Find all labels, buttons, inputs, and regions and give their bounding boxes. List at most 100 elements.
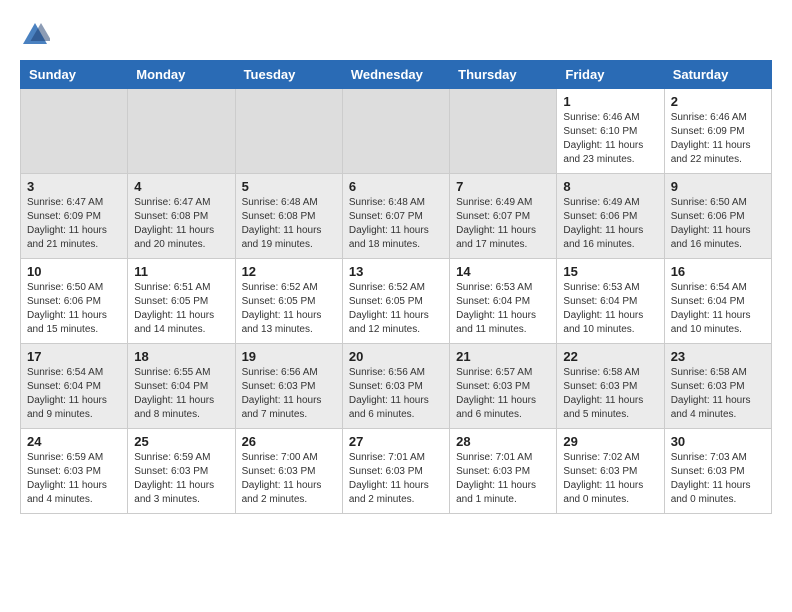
calendar-day: 21 Sunrise: 6:57 AM Sunset: 6:03 PM Dayli… <box>450 344 557 429</box>
day-number: 6 <box>349 179 443 194</box>
day-info: Sunrise: 6:47 AM Sunset: 6:08 PM Dayligh… <box>134 196 228 252</box>
day-number: 27 <box>349 434 443 449</box>
day-number: 19 <box>242 349 336 364</box>
calendar-day: 5 Sunrise: 6:48 AM Sunset: 6:08 PM Daylig… <box>235 174 342 259</box>
day-info: Sunrise: 7:01 AM Sunset: 6:03 PM Dayligh… <box>349 451 443 507</box>
day-info: Sunrise: 6:50 AM Sunset: 6:06 PM Dayligh… <box>671 196 765 252</box>
day-number: 3 <box>27 179 121 194</box>
calendar: SundayMondayTuesdayWednesdayThursdayFrid… <box>20 60 772 514</box>
day-number: 17 <box>27 349 121 364</box>
day-number: 16 <box>671 264 765 279</box>
calendar-day: 24Sunrise: 6:59 AM Sunset: 6:03 PM Dayli… <box>21 429 128 514</box>
day-info: Sunrise: 7:00 AM Sunset: 6:03 PM Dayligh… <box>242 451 336 507</box>
weekday-header: Friday <box>557 61 664 89</box>
day-info: Sunrise: 6:56 AM Sunset: 6:03 PM Dayligh… <box>349 366 443 422</box>
day-info: Sunrise: 6:52 AM Sunset: 6:05 PM Dayligh… <box>242 281 336 337</box>
weekday-header: Monday <box>128 61 235 89</box>
calendar-day: 6 Sunrise: 6:48 AM Sunset: 6:07 PM Daylig… <box>342 174 449 259</box>
day-info: Sunrise: 6:56 AM Sunset: 6:03 PM Dayligh… <box>242 366 336 422</box>
day-info: Sunrise: 6:52 AM Sunset: 6:05 PM Dayligh… <box>349 281 443 337</box>
calendar-day <box>450 89 557 174</box>
calendar-day: 16 Sunrise: 6:54 AM Sunset: 6:04 PM Dayli… <box>664 259 771 344</box>
day-info: Sunrise: 6:48 AM Sunset: 6:07 PM Dayligh… <box>349 196 443 252</box>
calendar-day <box>235 89 342 174</box>
day-info: Sunrise: 6:58 AM Sunset: 6:03 PM Dayligh… <box>563 366 657 422</box>
day-number: 12 <box>242 264 336 279</box>
day-info: Sunrise: 6:48 AM Sunset: 6:08 PM Dayligh… <box>242 196 336 252</box>
calendar-day: 11 Sunrise: 6:51 AM Sunset: 6:05 PM Dayli… <box>128 259 235 344</box>
day-number: 26 <box>242 434 336 449</box>
day-info: Sunrise: 7:02 AM Sunset: 6:03 PM Dayligh… <box>563 451 657 507</box>
day-number: 8 <box>563 179 657 194</box>
day-info: Sunrise: 6:59 AM Sunset: 6:03 PM Dayligh… <box>27 451 121 507</box>
day-number: 1 <box>563 94 657 109</box>
day-info: Sunrise: 6:54 AM Sunset: 6:04 PM Dayligh… <box>671 281 765 337</box>
calendar-day: 14 Sunrise: 6:53 AM Sunset: 6:04 PM Dayli… <box>450 259 557 344</box>
day-info: Sunrise: 6:58 AM Sunset: 6:03 PM Dayligh… <box>671 366 765 422</box>
calendar-day: 22 Sunrise: 6:58 AM Sunset: 6:03 PM Dayli… <box>557 344 664 429</box>
day-number: 10 <box>27 264 121 279</box>
day-number: 18 <box>134 349 228 364</box>
day-number: 2 <box>671 94 765 109</box>
day-number: 23 <box>671 349 765 364</box>
calendar-day: 19 Sunrise: 6:56 AM Sunset: 6:03 PM Dayli… <box>235 344 342 429</box>
calendar-day <box>342 89 449 174</box>
calendar-week-row: 24Sunrise: 6:59 AM Sunset: 6:03 PM Dayli… <box>21 429 772 514</box>
calendar-day: 28 Sunrise: 7:01 AM Sunset: 6:03 PM Dayli… <box>450 429 557 514</box>
calendar-day: 15Sunrise: 6:53 AM Sunset: 6:04 PM Dayli… <box>557 259 664 344</box>
logo <box>20 20 54 50</box>
weekday-header: Tuesday <box>235 61 342 89</box>
calendar-day: 17Sunrise: 6:54 AM Sunset: 6:04 PM Dayli… <box>21 344 128 429</box>
calendar-day: 10 Sunrise: 6:50 AM Sunset: 6:06 PM Dayli… <box>21 259 128 344</box>
day-number: 21 <box>456 349 550 364</box>
calendar-day: 3Sunrise: 6:47 AM Sunset: 6:09 PM Daylig… <box>21 174 128 259</box>
calendar-week-row: 3Sunrise: 6:47 AM Sunset: 6:09 PM Daylig… <box>21 174 772 259</box>
calendar-day: 20 Sunrise: 6:56 AM Sunset: 6:03 PM Dayli… <box>342 344 449 429</box>
calendar-day: 29 Sunrise: 7:02 AM Sunset: 6:03 PM Dayli… <box>557 429 664 514</box>
day-info: Sunrise: 6:51 AM Sunset: 6:05 PM Dayligh… <box>134 281 228 337</box>
day-info: Sunrise: 6:46 AM Sunset: 6:10 PM Dayligh… <box>563 111 657 167</box>
day-number: 11 <box>134 264 228 279</box>
weekday-header: Sunday <box>21 61 128 89</box>
day-info: Sunrise: 7:01 AM Sunset: 6:03 PM Dayligh… <box>456 451 550 507</box>
day-number: 28 <box>456 434 550 449</box>
calendar-day: 12 Sunrise: 6:52 AM Sunset: 6:05 PM Dayli… <box>235 259 342 344</box>
weekday-header-row: SundayMondayTuesdayWednesdayThursdayFrid… <box>21 61 772 89</box>
calendar-day: 23 Sunrise: 6:58 AM Sunset: 6:03 PM Dayli… <box>664 344 771 429</box>
calendar-day: 27 Sunrise: 7:01 AM Sunset: 6:03 PM Dayli… <box>342 429 449 514</box>
day-info: Sunrise: 6:46 AM Sunset: 6:09 PM Dayligh… <box>671 111 765 167</box>
logo-icon <box>20 20 50 50</box>
day-number: 7 <box>456 179 550 194</box>
day-number: 22 <box>563 349 657 364</box>
day-number: 5 <box>242 179 336 194</box>
weekday-header: Thursday <box>450 61 557 89</box>
calendar-day: 1 Sunrise: 6:46 AM Sunset: 6:10 PM Daylig… <box>557 89 664 174</box>
day-info: Sunrise: 6:53 AM Sunset: 6:04 PM Dayligh… <box>456 281 550 337</box>
calendar-day: 9 Sunrise: 6:50 AM Sunset: 6:06 PM Daylig… <box>664 174 771 259</box>
calendar-day: 8 Sunrise: 6:49 AM Sunset: 6:06 PM Daylig… <box>557 174 664 259</box>
calendar-day: 18Sunrise: 6:55 AM Sunset: 6:04 PM Dayli… <box>128 344 235 429</box>
day-number: 25 <box>134 434 228 449</box>
header <box>20 20 772 50</box>
day-number: 30 <box>671 434 765 449</box>
day-number: 14 <box>456 264 550 279</box>
calendar-day: 30Sunrise: 7:03 AM Sunset: 6:03 PM Dayli… <box>664 429 771 514</box>
day-number: 13 <box>349 264 443 279</box>
day-info: Sunrise: 6:57 AM Sunset: 6:03 PM Dayligh… <box>456 366 550 422</box>
calendar-day: 13 Sunrise: 6:52 AM Sunset: 6:05 PM Dayli… <box>342 259 449 344</box>
day-number: 9 <box>671 179 765 194</box>
day-number: 29 <box>563 434 657 449</box>
day-number: 15 <box>563 264 657 279</box>
day-info: Sunrise: 6:59 AM Sunset: 6:03 PM Dayligh… <box>134 451 228 507</box>
calendar-week-row: 17Sunrise: 6:54 AM Sunset: 6:04 PM Dayli… <box>21 344 772 429</box>
day-number: 20 <box>349 349 443 364</box>
calendar-day <box>128 89 235 174</box>
day-number: 4 <box>134 179 228 194</box>
calendar-week-row: 10 Sunrise: 6:50 AM Sunset: 6:06 PM Dayli… <box>21 259 772 344</box>
calendar-week-row: 1 Sunrise: 6:46 AM Sunset: 6:10 PM Daylig… <box>21 89 772 174</box>
calendar-day: 2 Sunrise: 6:46 AM Sunset: 6:09 PM Daylig… <box>664 89 771 174</box>
calendar-day <box>21 89 128 174</box>
day-info: Sunrise: 6:50 AM Sunset: 6:06 PM Dayligh… <box>27 281 121 337</box>
weekday-header: Wednesday <box>342 61 449 89</box>
day-info: Sunrise: 6:49 AM Sunset: 6:06 PM Dayligh… <box>563 196 657 252</box>
